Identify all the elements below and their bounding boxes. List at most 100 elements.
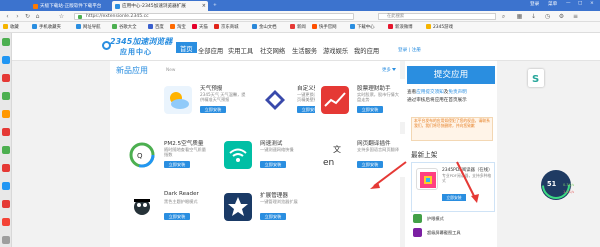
nav-all-apps[interactable]: 全部应用 xyxy=(198,46,223,55)
app-desc: 一键测速网络快慢 xyxy=(260,147,294,152)
latest-item-name: 护眼模式 xyxy=(427,216,444,221)
forward-icon[interactable]: › xyxy=(14,13,21,20)
login-link[interactable]: 登录 xyxy=(530,1,539,7)
refresh-icon[interactable]: ↻ xyxy=(24,13,31,20)
sidebar-app-icon[interactable] xyxy=(2,56,10,64)
disclaimer-link[interactable]: 免责声明 xyxy=(448,90,466,95)
nav-games[interactable]: 游戏娱乐 xyxy=(323,46,348,55)
nav-social[interactable]: 社交网络 xyxy=(260,46,285,55)
sidebar-app-icon[interactable] xyxy=(2,200,10,208)
search-input[interactable]: 在此搜索 xyxy=(378,13,496,20)
menu-icon[interactable]: ≡ xyxy=(572,13,579,20)
extension-icon[interactable]: ▦ xyxy=(516,13,523,20)
star-icon[interactable]: ☆ xyxy=(58,13,65,20)
bookmark-item[interactable]: 手机收藏夹 xyxy=(32,24,61,30)
maximize-icon[interactable]: □ xyxy=(578,1,582,6)
app-card: 扩展管理器 一键管理浏览器扩展 立即安装 xyxy=(218,186,308,229)
history-icon[interactable]: ◷ xyxy=(544,13,551,20)
sidebar-app-icon[interactable] xyxy=(2,38,10,46)
url-input[interactable]: https://extensionle.2345.cc xyxy=(74,13,354,20)
upload-speed: 1.2K/s xyxy=(563,190,575,194)
settings-icon[interactable]: ⚙ xyxy=(558,13,565,20)
bookmark-item[interactable]: 天猫 xyxy=(192,24,208,30)
translate-icon: 文 en xyxy=(321,141,349,169)
bookmark-item[interactable]: 下载中心 xyxy=(350,24,375,30)
menu-button[interactable]: 菜单 xyxy=(548,1,557,7)
address-bar: ‹ › ↻ ⌂ ☆ https://extensionle.2345.cc 在此… xyxy=(0,11,600,22)
nav-life[interactable]: 生活服务 xyxy=(292,46,317,55)
sidebar-app-icon[interactable] xyxy=(2,92,10,100)
home-icon[interactable]: ⌂ xyxy=(34,13,41,20)
lock-icon xyxy=(78,15,82,19)
nav-my-apps[interactable]: 我的应用 xyxy=(354,46,379,55)
bookmark-item[interactable]: 新浪微博 xyxy=(388,24,413,30)
weather-icon xyxy=(164,86,192,114)
nav-home[interactable]: 首页 xyxy=(176,42,197,53)
install-button[interactable]: 立即安装 xyxy=(164,161,190,168)
bookmark-item[interactable]: 快手官网 xyxy=(312,24,337,30)
svg-text:文: 文 xyxy=(333,144,341,154)
screenshot-icon xyxy=(413,228,422,237)
install-button[interactable]: 立即安装 xyxy=(357,106,383,113)
floating-s-widget[interactable]: S xyxy=(528,69,544,87)
bookmark-item[interactable]: 网址导航 xyxy=(76,24,101,30)
logo-text: 2345加速浏览器 xyxy=(110,37,173,46)
login-register-link[interactable]: 登录 | 注册 xyxy=(398,47,421,53)
svg-text:S: S xyxy=(532,74,539,85)
sidebar-app-icon[interactable] xyxy=(2,218,10,226)
section-title: 新品应用 xyxy=(116,66,148,75)
app-name: 网速测试 xyxy=(260,141,283,147)
latest-list-item[interactable]: 护眼模式 xyxy=(411,213,495,225)
svg-text:Q: Q xyxy=(137,152,143,160)
browser-tab[interactable]: 天极下载站-正版软件下载平台 xyxy=(30,1,112,11)
browser-tab-active[interactable]: 应用中心-2345加速浏览器扩展 × xyxy=(112,1,208,11)
bookmark-item[interactable]: 百度 xyxy=(148,24,164,30)
download-speed: 0.3K/s xyxy=(563,183,575,187)
copyright-notice: 本平台发布的应用如侵犯了您的权益，请联系我们，我们将尽快删除，并向您致歉 xyxy=(411,117,493,141)
search-placeholder: 在此搜索 xyxy=(387,14,405,19)
bookmark-item[interactable]: 金山文档 xyxy=(252,24,277,30)
app-name: PM2.5空气质量 xyxy=(164,141,204,147)
sidebar-app-icon[interactable] xyxy=(2,74,10,82)
sidebar-app-icon[interactable] xyxy=(2,236,10,244)
submit-guide-link[interactable]: 应用提交须知 xyxy=(416,90,444,95)
app-card: 股票理财助手 实时股票，股市行情大盘走势 立即安装 xyxy=(315,79,405,122)
bookmark-item[interactable]: 2345游戏 xyxy=(426,24,453,30)
pdf-reader-icon xyxy=(416,168,438,190)
bookmark-item[interactable]: 京东商城 xyxy=(214,24,239,30)
new-tab-button[interactable]: + xyxy=(210,1,222,11)
install-button[interactable]: 立即安装 xyxy=(200,106,226,113)
bookmark-item[interactable]: 新闻 xyxy=(290,24,306,30)
sidebar-app-icon[interactable] xyxy=(2,164,10,172)
close-window-icon[interactable]: × xyxy=(590,1,594,6)
stock-chart-icon xyxy=(321,86,349,114)
submit-info-line: 查看应用提交须知及免责声明 xyxy=(407,90,467,95)
more-link[interactable]: 更多 xyxy=(382,67,396,73)
wallpaper-icon xyxy=(261,86,289,114)
nav-tools[interactable]: 实用工具 xyxy=(228,46,253,55)
sidebar-app-icon[interactable] xyxy=(2,182,10,190)
search-icon[interactable]: ⌕ xyxy=(500,13,507,20)
download-icon[interactable]: ↓ xyxy=(530,13,537,20)
site-header: 2345加速浏览器 应用中心 首页 全部应用 实用工具 社交网络 生活服务 游戏… xyxy=(12,33,600,61)
sidebar-app-icon[interactable] xyxy=(2,110,10,118)
bookmark-item[interactable]: 谷歌大全 xyxy=(112,24,137,30)
latest-list-item[interactable]: 超级屏幕截图工具 xyxy=(411,227,495,239)
submit-app-button[interactable]: 提交应用 xyxy=(407,66,495,84)
sidebar-app-icon[interactable] xyxy=(2,146,10,154)
install-button[interactable]: 立即安装 xyxy=(260,213,286,220)
sidebar-app-icon[interactable] xyxy=(2,128,10,136)
url-text: https://extensionle.2345.cc xyxy=(86,14,149,19)
site-logo[interactable]: 2345加速浏览器 应用中心 xyxy=(102,35,180,58)
install-button[interactable]: 立即安装 xyxy=(164,213,190,220)
annotation-arrow xyxy=(456,161,479,203)
close-tab-icon[interactable]: × xyxy=(202,3,206,9)
minimize-icon[interactable]: — xyxy=(566,1,571,6)
latest-title: 最新上架 xyxy=(411,151,438,159)
bookmark-item[interactable]: 淘宝 xyxy=(170,24,186,30)
install-button[interactable]: 立即安装 xyxy=(260,161,286,168)
app-card: 天气预报 2345天气 天气温馨，提供精准天气预报 立即安装 xyxy=(158,79,248,122)
bookmark-item[interactable]: 收藏 xyxy=(3,24,19,30)
app-desc: 一键管理浏览器扩展 xyxy=(260,199,298,204)
back-icon[interactable]: ‹ xyxy=(4,13,11,20)
